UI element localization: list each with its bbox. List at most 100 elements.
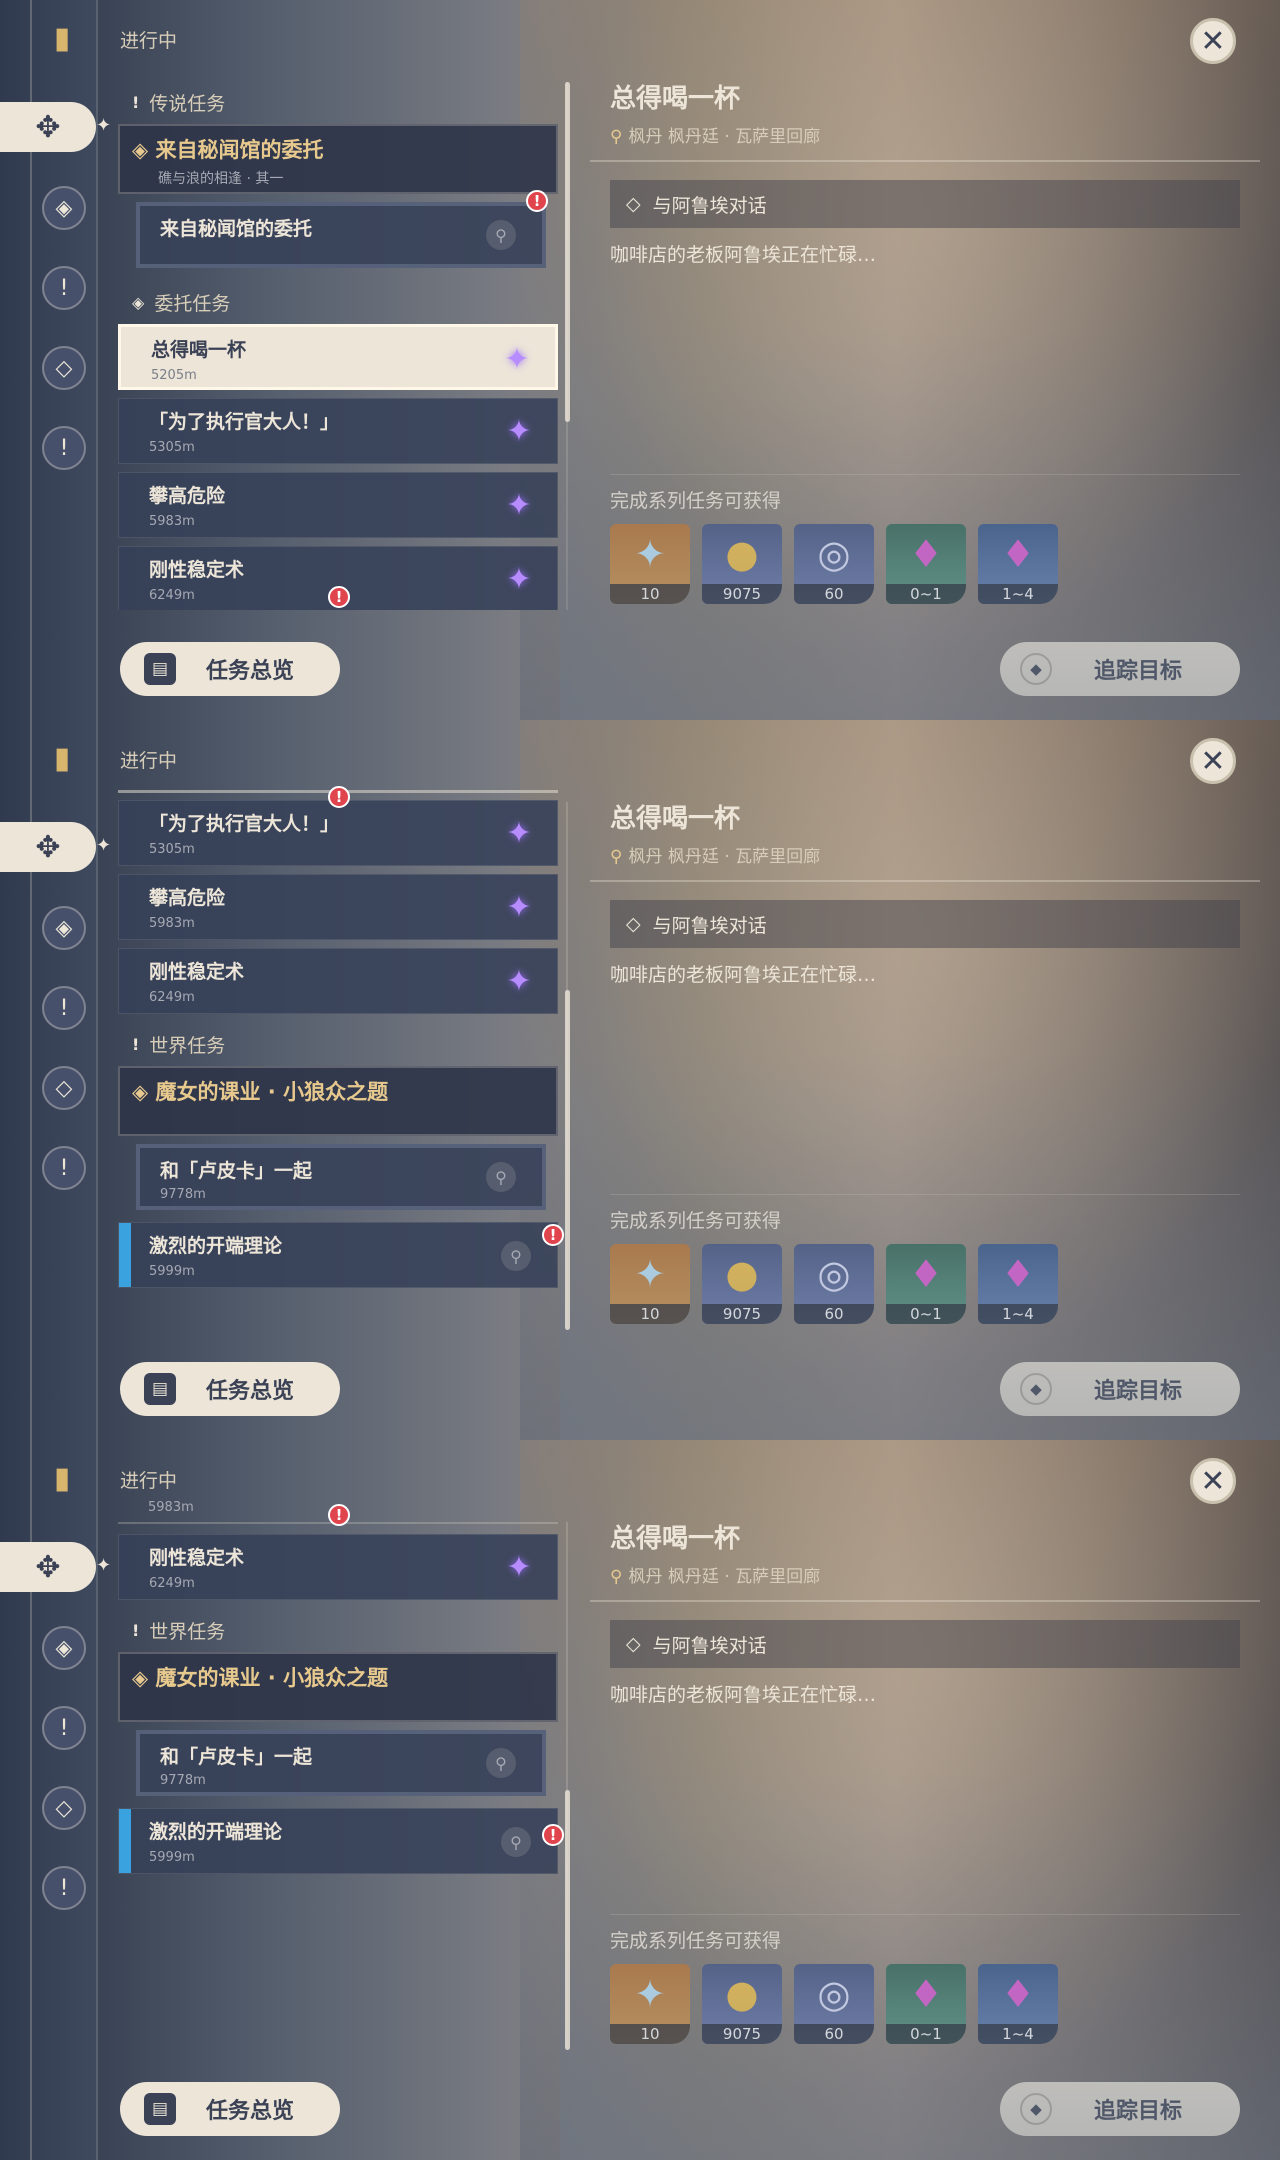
quest-screen-2: ▮ ✥ ✦ ◈ ! ◇ ! 进行中 ✕ 「为了执行官大人！」 5305m ✦ 攀… xyxy=(0,720,1280,1440)
exp-icon: ◎ xyxy=(817,532,851,576)
category-commission-icon[interactable]: ◇ xyxy=(42,1066,86,1110)
location-pin-icon[interactable]: ⚲ xyxy=(501,1827,531,1857)
divider xyxy=(590,160,1260,162)
exclaim-icon: ! xyxy=(132,1620,140,1640)
commission-card[interactable]: 攀高危险 5983m ✦ xyxy=(118,874,558,940)
scrollbar[interactable] xyxy=(565,1790,570,2050)
world-quest-header[interactable]: ◈ 魔女的课业 · 小狼众之题 xyxy=(118,1652,558,1722)
category-world-icon[interactable]: ! xyxy=(42,426,86,470)
world-quest-header[interactable]: ◈ 魔女的课业 · 小狼众之题 xyxy=(118,1066,558,1136)
close-button[interactable]: ✕ xyxy=(1190,18,1236,64)
scrollbar[interactable] xyxy=(565,82,570,422)
category-story-icon[interactable]: ! xyxy=(42,986,86,1030)
world-quest-card[interactable]: 激烈的开端理论 5999m ⚲ xyxy=(118,1222,558,1288)
exp-reward[interactable]: ◎ 60 xyxy=(794,524,874,604)
location-pin-icon[interactable]: ⚲ xyxy=(486,1748,516,1778)
primogem-icon: ✦ xyxy=(634,1972,666,2016)
commission-card[interactable]: 「为了执行官大人！」 5305m ✦ xyxy=(118,800,558,866)
category-all-icon[interactable]: ✥ xyxy=(0,822,96,872)
mora-reward[interactable]: ● 9075 xyxy=(702,1964,782,2044)
world-sub-quest[interactable]: 和「卢皮卡」一起 9778m ⚲ xyxy=(136,1144,546,1210)
overview-button[interactable]: ▤ 任务总览 xyxy=(120,642,340,696)
crystal-cluster-reward[interactable]: ♦ 1~4 xyxy=(978,524,1058,604)
overview-button[interactable]: ▤ 任务总览 xyxy=(120,1362,340,1416)
crystal-reward[interactable]: ♦ 0~1 xyxy=(886,1244,966,1324)
crystal-reward[interactable]: ♦ 0~1 xyxy=(886,524,966,604)
in-progress-label: 进行中 xyxy=(120,1470,178,1492)
objective-diamond-icon: ◇ xyxy=(626,193,641,215)
objective-text: 与阿鲁埃对话 xyxy=(652,194,767,217)
section-legend-label: 传说任务 xyxy=(149,92,226,115)
primogem-reward[interactable]: ✦ 10 xyxy=(610,524,690,604)
rewards-row: ✦ 10 ● 9075 ◎ 60 ♦ 0~1 ♦ 1~4 xyxy=(610,1244,1058,1324)
rewards-label: 完成系列任务可获得 xyxy=(610,1210,782,1232)
mora-reward[interactable]: ● 9075 xyxy=(702,524,782,604)
category-world-icon[interactable]: ! xyxy=(42,1866,86,1910)
world-quest-card[interactable]: 激烈的开端理论 5999m ⚲ xyxy=(118,1808,558,1874)
objective-diamond-icon: ◇ xyxy=(626,1633,641,1655)
track-button[interactable]: ◆ 追踪目标 xyxy=(1000,1362,1240,1416)
section-commission-label: 委托任务 xyxy=(154,292,231,315)
location-pin-icon[interactable]: ⚲ xyxy=(486,220,516,250)
exp-reward[interactable]: ◎ 60 xyxy=(794,1244,874,1324)
rewards-divider xyxy=(610,474,1240,475)
reward-count: 9075 xyxy=(702,584,782,604)
primogem-icon: ✦ xyxy=(634,1252,666,1296)
close-button[interactable]: ✕ xyxy=(1190,1458,1236,1504)
crystal-cluster-icon: ♦ xyxy=(1000,532,1036,576)
commission-card[interactable]: 「为了执行官大人！」 5305m ✦ xyxy=(118,398,558,464)
overview-button-label: 任务总览 xyxy=(206,1379,295,1404)
location-text: 枫丹 枫丹廷 · 瓦萨里回廊 xyxy=(628,1567,821,1587)
bookmark-icon[interactable]: ▮ xyxy=(40,736,84,780)
category-story-icon[interactable]: ! xyxy=(42,1706,86,1750)
category-story-icon[interactable]: ! xyxy=(42,266,86,310)
exp-reward[interactable]: ◎ 60 xyxy=(794,1964,874,2044)
mora-reward[interactable]: ● 9075 xyxy=(702,1244,782,1324)
reward-count: 9075 xyxy=(702,1304,782,1324)
location-pin-icon[interactable]: ⚲ xyxy=(501,1241,531,1271)
commission-card[interactable]: 总得喝一杯 5205m ✦ xyxy=(118,324,558,390)
crystal-reward[interactable]: ♦ 0~1 xyxy=(886,1964,966,2044)
world-quest-title: 魔女的课业 · 小狼众之题 xyxy=(155,1666,389,1690)
bookmark-icon[interactable]: ▮ xyxy=(40,1456,84,1500)
legend-quest-header[interactable]: ◈ 来自秘闻馆的委托 礁与浪的相逢 · 其一 xyxy=(118,124,558,194)
category-archon-icon[interactable]: ◈ xyxy=(42,1626,86,1670)
commission-card[interactable]: 刚性稳定术 6249m ✦ xyxy=(118,1534,558,1600)
primogem-reward[interactable]: ✦ 10 xyxy=(610,1244,690,1324)
rewards-label: 完成系列任务可获得 xyxy=(610,490,782,512)
primogem-reward[interactable]: ✦ 10 xyxy=(610,1964,690,2044)
crystal-cluster-reward[interactable]: ♦ 1~4 xyxy=(978,1244,1058,1324)
close-icon: ✕ xyxy=(1200,743,1226,779)
overview-button[interactable]: ▤ 任务总览 xyxy=(120,2082,340,2136)
scrollbar[interactable] xyxy=(565,990,570,1330)
exp-icon: ◎ xyxy=(817,1252,851,1296)
track-diamond-icon: ◆ xyxy=(1020,1373,1052,1405)
track-button[interactable]: ◆ 追踪目标 xyxy=(1000,642,1240,696)
crystal-cluster-reward[interactable]: ♦ 1~4 xyxy=(978,1964,1058,2044)
card-title: 「为了执行官大人！」 xyxy=(149,813,340,835)
category-archon-icon[interactable]: ◈ xyxy=(42,906,86,950)
card-title: 刚性稳定术 xyxy=(149,1547,245,1569)
bookmark-icon[interactable]: ▮ xyxy=(40,16,84,60)
close-button[interactable]: ✕ xyxy=(1190,738,1236,784)
quest-diamond-icon: ◈ xyxy=(132,1080,156,1104)
category-commission-icon[interactable]: ◇ xyxy=(42,1786,86,1830)
card-title: 攀高危险 xyxy=(149,887,226,909)
category-world-icon[interactable]: ! xyxy=(42,1146,86,1190)
track-button[interactable]: ◆ 追踪目标 xyxy=(1000,2082,1240,2136)
category-all-icon[interactable]: ✥ xyxy=(0,102,96,152)
legend-sub-quest[interactable]: 来自秘闻馆的委托 ⚲ xyxy=(136,202,546,268)
world-sub-quest[interactable]: 和「卢皮卡」一起 9778m ⚲ xyxy=(136,1730,546,1796)
book-icon: ▤ xyxy=(144,2093,176,2125)
category-all-icon[interactable]: ✥ xyxy=(0,1542,96,1592)
location-pin-icon[interactable]: ⚲ xyxy=(486,1162,516,1192)
category-archon-icon[interactable]: ◈ xyxy=(42,186,86,230)
commission-card[interactable]: 刚性稳定术 6249m ✦ xyxy=(118,948,558,1014)
category-commission-icon[interactable]: ◇ xyxy=(42,346,86,390)
primogem-icon: ✦ xyxy=(634,532,666,576)
commission-star-icon: ✦ xyxy=(506,963,532,999)
crystal-cluster-icon: ♦ xyxy=(1000,1972,1036,2016)
reward-count: 10 xyxy=(610,1304,690,1324)
commission-card[interactable]: 攀高危险 5983m ✦ xyxy=(118,472,558,538)
rewards-row: ✦ 10 ● 9075 ◎ 60 ♦ 0~1 ♦ 1~4 xyxy=(610,524,1058,604)
